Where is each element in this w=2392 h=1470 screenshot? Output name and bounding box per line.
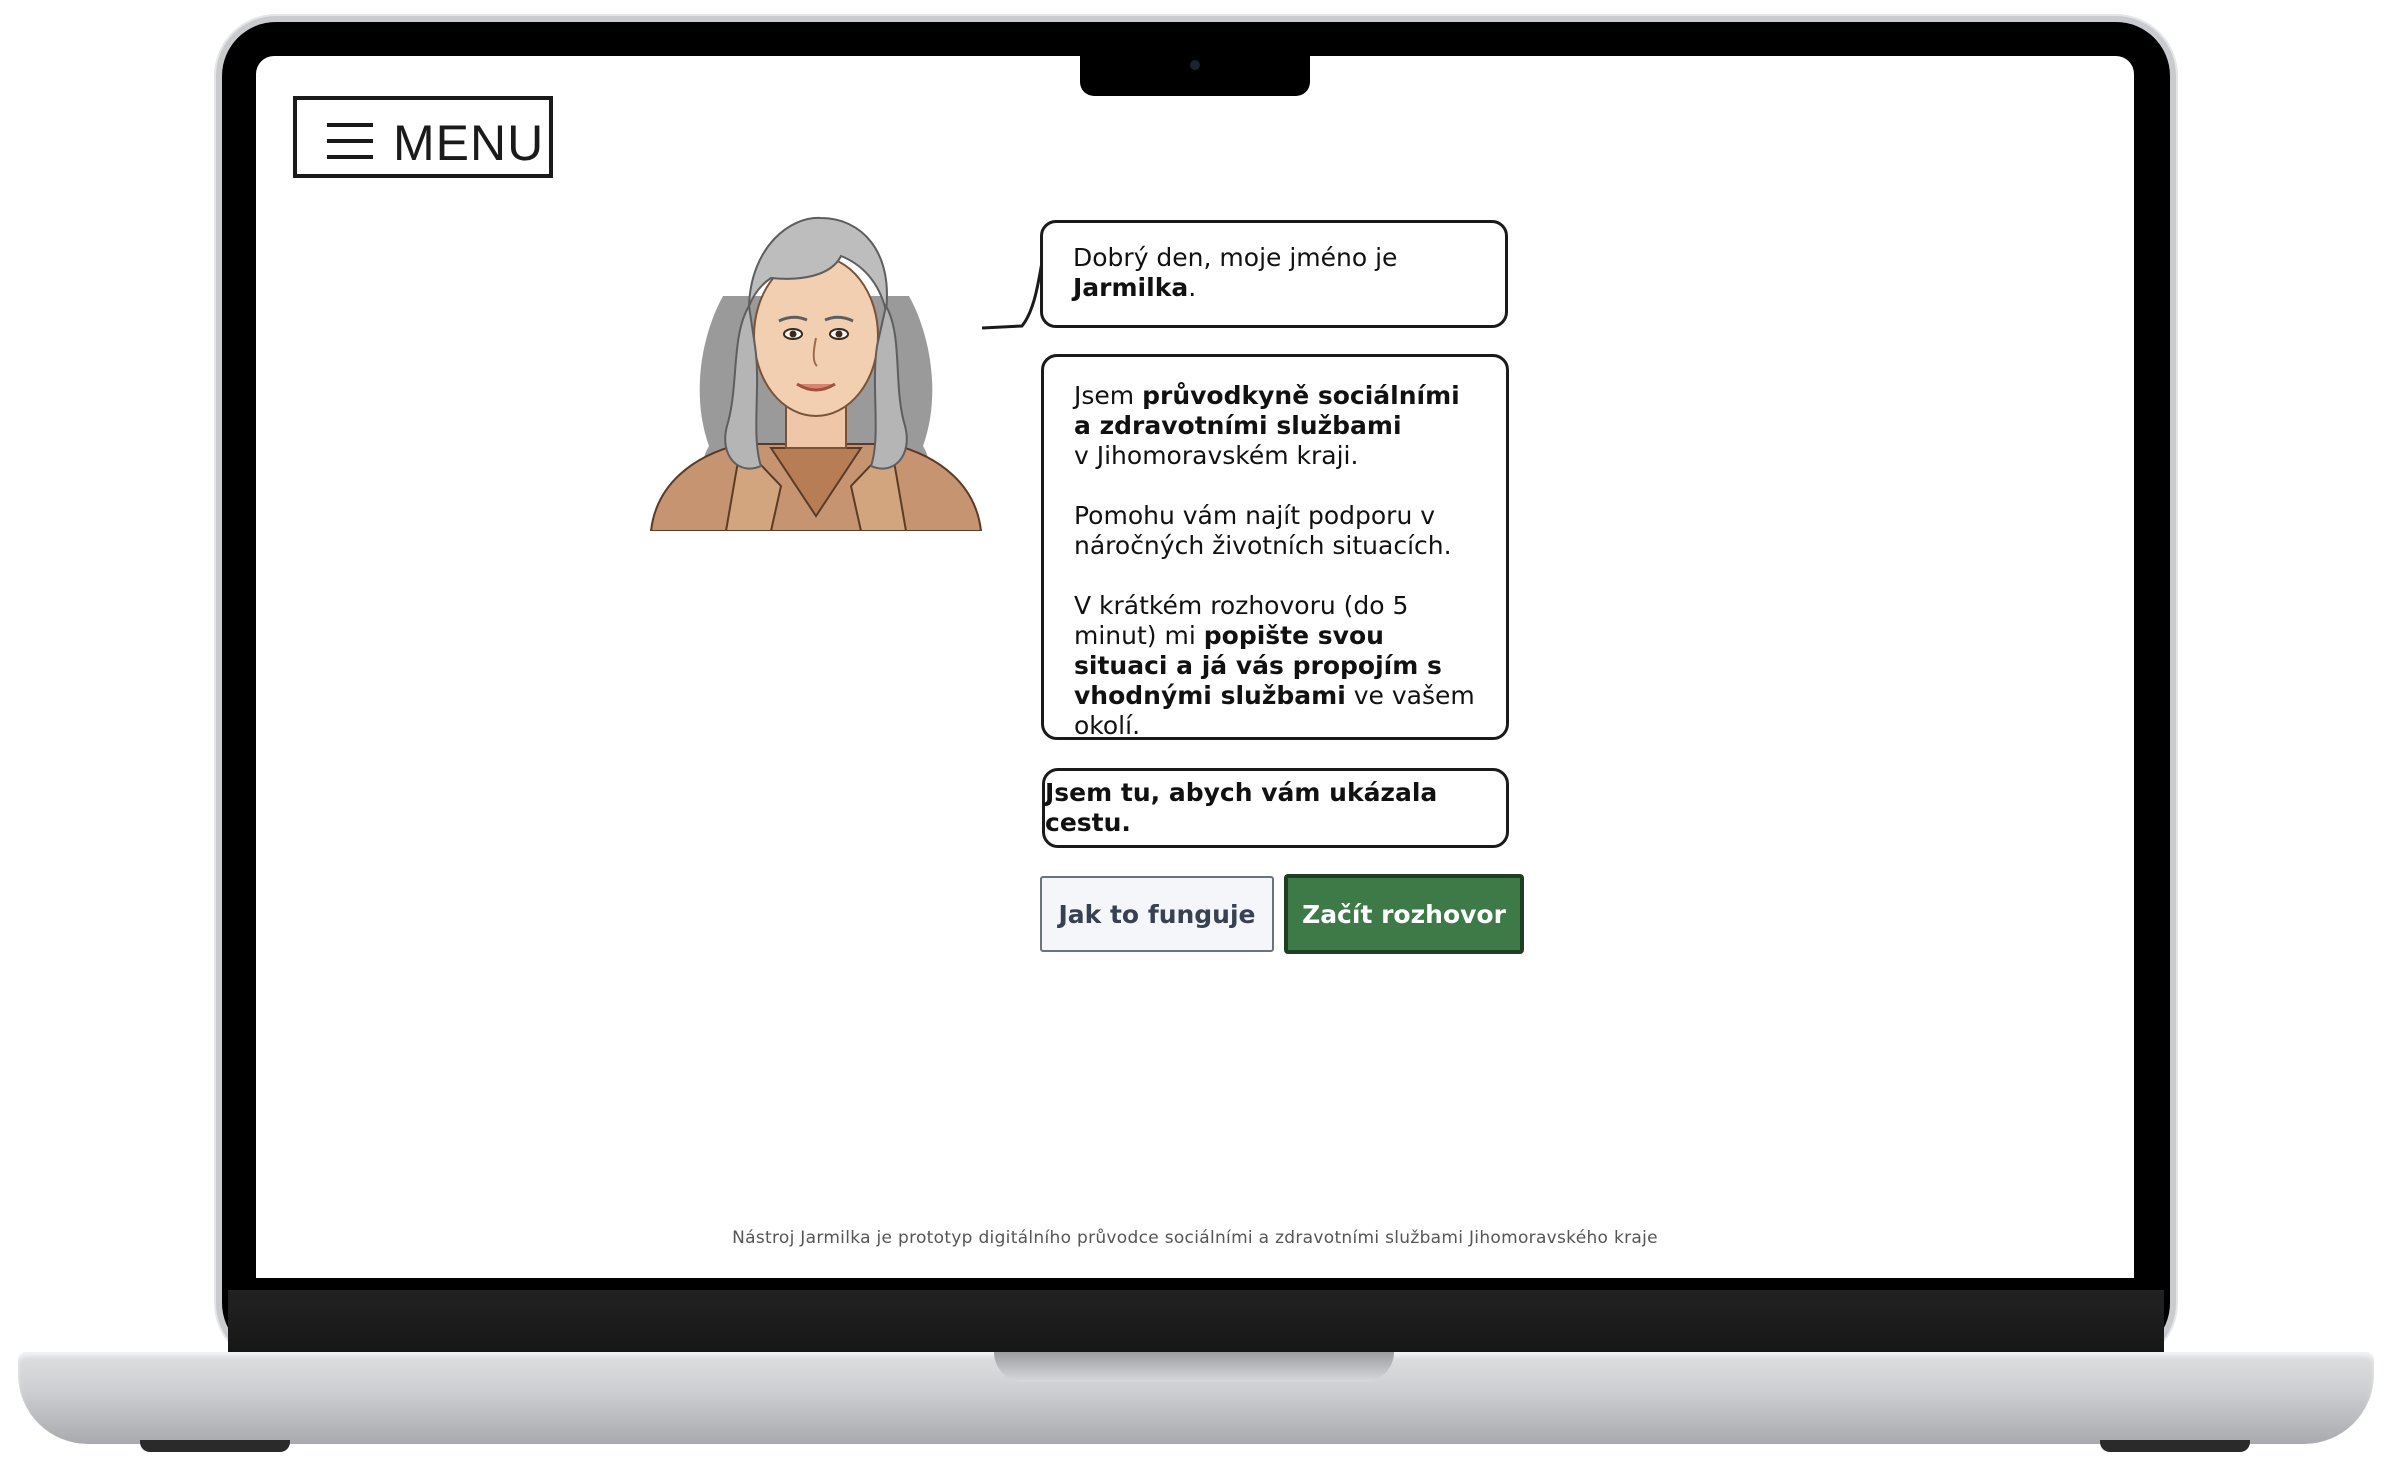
greeting-punct: . bbox=[1188, 273, 1197, 302]
intro-bubble: Jsem průvodkyně sociálními a zdravotními… bbox=[1041, 354, 1509, 740]
greeting-text: Dobrý den, moje jméno je bbox=[1073, 243, 1398, 272]
how-it-works-button[interactable]: Jak to funguje bbox=[1040, 876, 1274, 952]
laptop-foot-right bbox=[2100, 1440, 2250, 1452]
intro-paragraph-2: Pomohu vám najít podporu v náročných živ… bbox=[1074, 501, 1452, 560]
hamburger-icon bbox=[327, 123, 373, 159]
avatar-illustration bbox=[649, 216, 983, 531]
greeting-bubble: Dobrý den, moje jméno je Jarmilka. bbox=[1040, 220, 1508, 328]
footer-text: Nástroj Jarmilka je prototyp digitálního… bbox=[732, 1228, 1658, 1248]
tagline-bubble: Jsem tu, abych vám ukázala cestu. bbox=[1042, 768, 1509, 848]
tagline-text: Jsem tu, abych vám ukázala cestu. bbox=[1045, 778, 1438, 837]
laptop-hinge bbox=[228, 1290, 2164, 1358]
intro-p1-pre: Jsem bbox=[1074, 381, 1143, 410]
greeting-name: Jarmilka bbox=[1073, 273, 1189, 302]
screen: MENU Dobrý den, moje jméno je Jarmilka. … bbox=[256, 56, 2134, 1278]
laptop-foot-left bbox=[140, 1440, 290, 1452]
intro-paragraph-3: V krátkém rozhovoru (do 5 minut) mi popi… bbox=[1074, 591, 1476, 741]
menu-button[interactable]: MENU bbox=[293, 96, 553, 178]
start-conversation-button[interactable]: Začít rozhovor bbox=[1284, 874, 1524, 954]
menu-label: MENU bbox=[393, 115, 545, 171]
laptop-base-notch bbox=[994, 1352, 1394, 1382]
intro-p1-post: v Jihomoravském kraji. bbox=[1074, 441, 1359, 470]
camera-icon bbox=[1190, 60, 1200, 70]
intro-paragraph-1: Jsem průvodkyně sociálními a zdravotními… bbox=[1074, 381, 1476, 471]
